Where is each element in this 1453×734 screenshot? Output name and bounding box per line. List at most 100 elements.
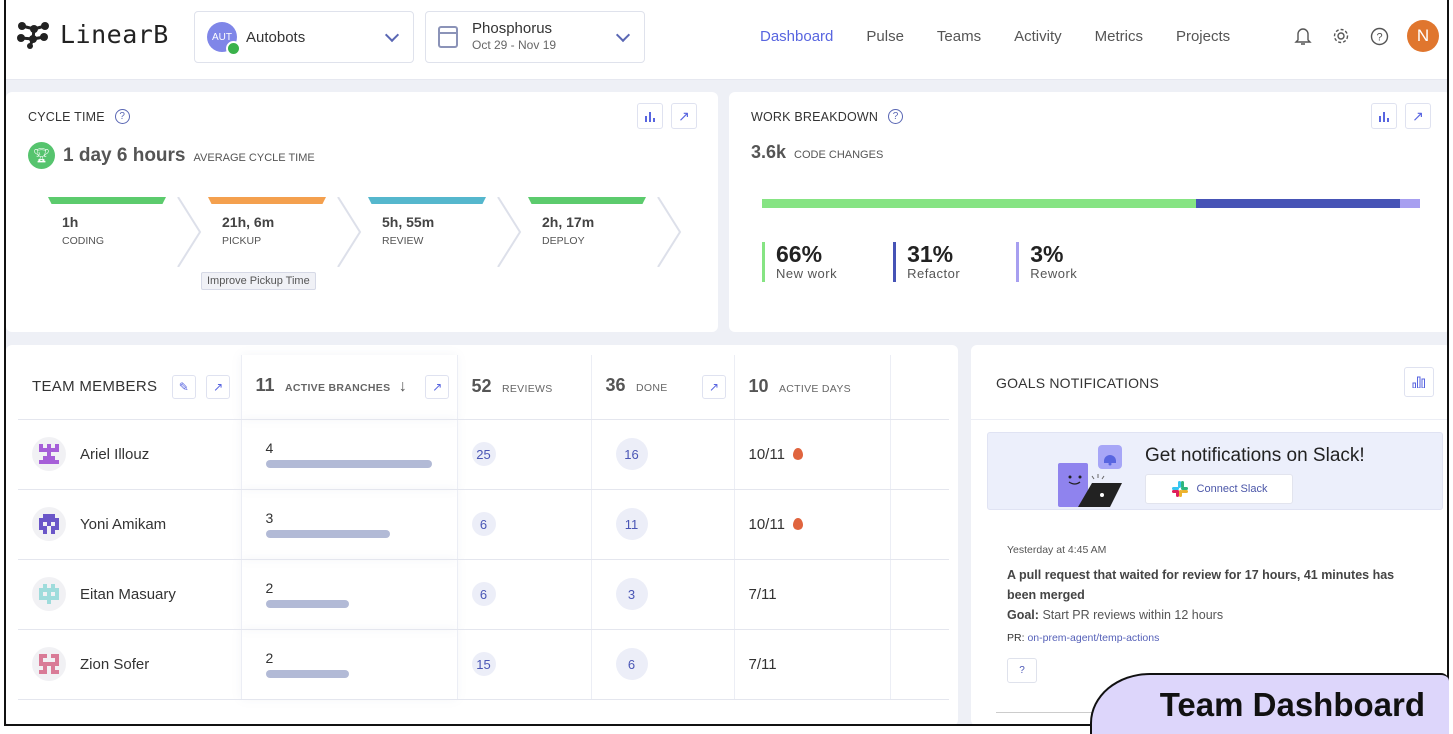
cycle-time-summary: 🏆︎ 1 day 6 hours AVERAGE CYCLE TIME [28, 142, 315, 169]
cycle-time-card: CYCLE TIME ? ↗ 🏆︎ 1 day 6 hours AVERAGE … [6, 92, 718, 332]
stage-value: 2h, 17m [542, 214, 595, 230]
sort-down-icon[interactable]: ↓ [399, 378, 407, 395]
member-cell[interactable]: Ariel Illouz [32, 437, 241, 471]
branches-bar [265, 600, 349, 608]
work-breakdown-card: WORK BREAKDOWN ? ↗ 3.6k CODE CHANGES 66%… [729, 92, 1447, 332]
logo[interactable]: LinearB [16, 20, 169, 49]
cycle-stage-pickup[interactable]: 21h, 6m PICKUP [208, 197, 368, 269]
pr-link[interactable]: on-prem-agent/temp-actions [1027, 632, 1159, 644]
active-days-value: 10/11 [748, 515, 785, 533]
empty-cell [889, 419, 949, 490]
bar-chart-icon[interactable] [1371, 103, 1397, 129]
done-pill[interactable]: 3 [615, 578, 648, 610]
bar-chart-icon[interactable] [637, 103, 663, 129]
bell-icon[interactable] [1293, 26, 1313, 46]
stage-label: CODING [62, 235, 104, 247]
breakdown-percent: 31% [907, 241, 954, 267]
stage-value: 21h, 6m [222, 214, 275, 230]
cycle-stage-review[interactable]: 5h, 55m REVIEW [368, 197, 528, 269]
member-cell[interactable]: Eitan Masuary [32, 577, 241, 611]
top-bar: LinearB AUT Autobots Phosphorus Oct 29 -… [6, 0, 1447, 80]
expand-arrow-icon[interactable]: ↗ [671, 103, 697, 129]
cycle-time-sublabel: AVERAGE CYCLE TIME [193, 152, 315, 164]
breakdown-legend-item: 31% Refactor [893, 242, 960, 282]
active-days-value: 10/11 [748, 445, 785, 463]
stage-color-bar [528, 197, 646, 204]
code-changes-summary: 3.6k CODE CHANGES [751, 142, 883, 163]
table-row[interactable]: Yoni Amikam 3 6 11 10/11 [18, 489, 949, 560]
chevron-down-icon [615, 27, 631, 43]
question-icon[interactable]: ? [888, 109, 904, 124]
team-name: Autobots [246, 28, 306, 46]
stage-color-bar [208, 197, 326, 204]
project-selector[interactable]: Phosphorus Oct 29 - Nov 19 [425, 11, 645, 63]
cycle-time-title-text: CYCLE TIME [28, 109, 105, 124]
active-days-value: 7/11 [748, 655, 777, 673]
improve-pickup-button[interactable]: Improve Pickup Time [201, 272, 316, 290]
project-name: Phosphorus [472, 20, 553, 37]
team-avatar: AUT [207, 22, 241, 56]
nav-dashboard[interactable]: Dashboard [760, 28, 833, 45]
gear-icon[interactable] [1331, 26, 1351, 46]
done-pill[interactable]: 6 [615, 648, 648, 680]
date-range: Oct 29 - Nov 19 [472, 38, 557, 52]
expand-arrow-icon[interactable]: ↗ [206, 374, 231, 399]
member-cell[interactable]: Yoni Amikam [32, 507, 241, 541]
cycle-time-title: CYCLE TIME ? [28, 109, 130, 124]
fire-icon [792, 518, 803, 530]
connect-slack-button[interactable]: Connect Slack [1145, 474, 1293, 504]
cycle-stage-coding[interactable]: 1h CODING [48, 197, 208, 269]
nav-teams[interactable]: Teams [937, 28, 981, 45]
reviews-pill[interactable]: 6 [471, 582, 496, 606]
done-header[interactable]: DONE [636, 382, 668, 394]
nav-pulse[interactable]: Pulse [866, 28, 904, 45]
expand-arrow-icon[interactable]: ↗ [1405, 103, 1431, 129]
reviews-pill[interactable]: 15 [471, 652, 496, 676]
done-pill[interactable]: 11 [615, 508, 648, 540]
table-header: TEAM MEMBERS ✎ ↗ 11 ACTIVE BRANCHES ↓ ↗ … [18, 355, 949, 420]
breakdown-segment-new-work[interactable] [762, 199, 1197, 208]
branches-header[interactable]: ACTIVE BRANCHES [285, 382, 390, 394]
table-row[interactable]: Eitan Masuary 2 6 3 7/11 [18, 559, 949, 630]
notification-help-button[interactable]: ? [1007, 658, 1037, 683]
nav-metrics[interactable]: Metrics [1095, 28, 1143, 45]
table-row[interactable]: Ariel Illouz 4 25 16 10/11 [18, 419, 949, 490]
breakdown-segment-refactor[interactable] [1196, 199, 1401, 208]
team-selector[interactable]: AUT Autobots [194, 11, 414, 63]
bar-chart-icon[interactable] [1404, 367, 1434, 397]
goal-label: Goal: [1007, 608, 1039, 622]
notification-goal: Goal: Start PR reviews within 12 hours [1007, 608, 1417, 622]
stage-label: DEPLOY [542, 235, 585, 247]
breakdown-segment-rework[interactable] [1400, 199, 1420, 208]
avatar [32, 577, 66, 611]
help-icon[interactable]: ? [1369, 26, 1389, 46]
branches-value: 2 [265, 580, 274, 596]
reviews-total: 52 [471, 376, 492, 397]
nav-projects[interactable]: Projects [1176, 28, 1230, 45]
cycle-stage-deploy[interactable]: 2h, 17m DEPLOY [528, 197, 688, 269]
reviews-pill[interactable]: 6 [471, 512, 496, 536]
branches-bar [265, 670, 349, 678]
member-cell[interactable]: Zion Sofer [32, 647, 241, 681]
breakdown-label: New work [776, 266, 838, 281]
active-days-cell: 10/11 [749, 446, 890, 463]
pencil-icon[interactable]: ✎ [171, 374, 196, 399]
main-nav: Dashboard Pulse Teams Activity Metrics P… [760, 28, 1263, 45]
branches-value: 4 [265, 440, 274, 456]
table-row[interactable]: Zion Sofer 2 15 6 7/11 [18, 629, 949, 700]
active-days-header[interactable]: ACTIVE DAYS [779, 383, 851, 395]
work-breakdown-legend: 66% New work 31% Refactor 3% Rework [762, 242, 1133, 282]
expand-arrow-icon[interactable]: ↗ [425, 374, 450, 399]
reviews-pill[interactable]: 25 [471, 442, 496, 466]
nav-activity[interactable]: Activity [1014, 28, 1062, 45]
avatar [32, 647, 66, 681]
member-name: Yoni Amikam [80, 515, 167, 533]
user-avatar[interactable]: N [1407, 20, 1439, 52]
member-name: Ariel Illouz [80, 445, 150, 463]
expand-arrow-icon[interactable]: ↗ [701, 374, 726, 399]
reviews-header[interactable]: REVIEWS [502, 383, 553, 395]
team-members-card: TEAM MEMBERS ✎ ↗ 11 ACTIVE BRANCHES ↓ ↗ … [6, 345, 958, 724]
done-pill[interactable]: 16 [615, 438, 648, 470]
cycle-stages: 1h CODING 21h, 6m PICKUP 5h, 55m REVIEW … [48, 197, 688, 269]
question-icon[interactable]: ? [114, 109, 130, 124]
